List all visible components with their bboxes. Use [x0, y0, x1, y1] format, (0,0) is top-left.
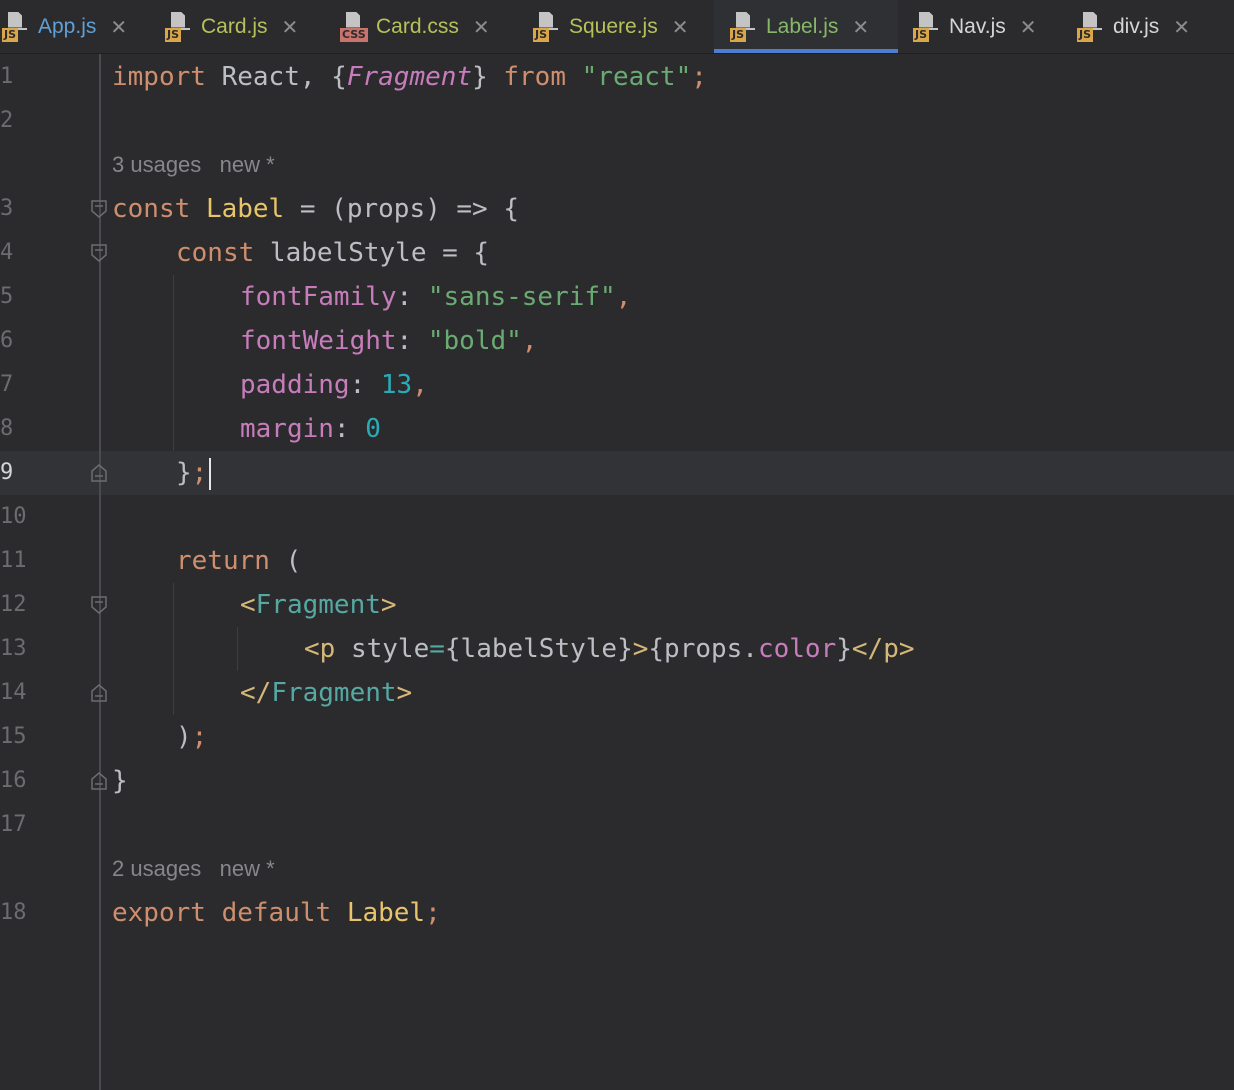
- line-number: 7: [0, 372, 14, 397]
- tab-label: div.js: [1113, 14, 1160, 38]
- close-icon[interactable]: ✕: [672, 15, 689, 39]
- code-text: const labelStyle = {: [176, 238, 490, 268]
- usages-inlay-hint[interactable]: 2 usages new *: [112, 847, 275, 891]
- code-line: 2: [0, 99, 1234, 143]
- js-file-icon: JS: [2, 10, 32, 44]
- code-line: 8 margin: 0: [0, 407, 1234, 451]
- text-caret: [209, 457, 212, 490]
- close-icon[interactable]: ✕: [1173, 15, 1190, 39]
- code-editor[interactable]: 1 import React, {Fragment} from "react";…: [0, 54, 1234, 1090]
- close-icon[interactable]: ✕: [1020, 15, 1037, 39]
- close-icon[interactable]: ✕: [282, 15, 299, 39]
- code-text: margin: 0: [240, 414, 381, 444]
- code-line: 3 const Label = (props) => {: [0, 187, 1234, 231]
- js-file-icon: JS: [730, 10, 760, 44]
- tab-label: Nav.js: [949, 14, 1006, 38]
- line-number: 16: [0, 768, 27, 793]
- code-line: 11 return (: [0, 539, 1234, 583]
- tab-nav-js[interactable]: JS Nav.js ✕: [913, 0, 1063, 53]
- line-number: 15: [0, 724, 27, 749]
- code-text: fontFamily: "sans-serif",: [240, 282, 632, 312]
- code-line: 5 fontFamily: "sans-serif",: [0, 275, 1234, 319]
- fold-open-icon[interactable]: [91, 244, 107, 262]
- tab-label-js[interactable]: JS Label.js ✕: [714, 0, 898, 53]
- code-text: fontWeight: "bold",: [240, 326, 538, 356]
- line-number: 17: [0, 812, 27, 837]
- js-file-icon: JS: [533, 10, 563, 44]
- code-line: 14 </Fragment>: [0, 671, 1234, 715]
- line-number: 18: [0, 900, 27, 925]
- code-line: 15 );: [0, 715, 1234, 759]
- code-line: 10: [0, 495, 1234, 539]
- tab-card-js[interactable]: JS Card.js ✕: [165, 0, 325, 53]
- line-number: 2: [0, 108, 14, 133]
- code-text: </Fragment>: [240, 678, 413, 708]
- js-file-icon: JS: [913, 10, 943, 44]
- usages-inlay-hint[interactable]: 3 usages new *: [112, 143, 275, 187]
- fold-open-icon[interactable]: [91, 200, 107, 218]
- tab-squere-js[interactable]: JS Squere.js ✕: [533, 0, 713, 53]
- close-icon[interactable]: ✕: [110, 15, 127, 39]
- code-line: 7 padding: 13,: [0, 363, 1234, 407]
- line-number: 6: [0, 328, 14, 353]
- tab-label: Card.css: [376, 14, 459, 38]
- line-number: 14: [0, 680, 27, 705]
- code-line: 12 <Fragment>: [0, 583, 1234, 627]
- code-text: }: [112, 766, 128, 796]
- code-text: const Label = (props) => {: [112, 194, 520, 224]
- tab-label: Card.js: [201, 14, 268, 38]
- code-text: return (: [176, 546, 302, 576]
- code-line: 1 import React, {Fragment} from "react";: [0, 55, 1234, 99]
- line-number: 13: [0, 636, 27, 661]
- tab-label: Squere.js: [569, 14, 658, 38]
- code-line: 13 <p style={labelStyle}>{props.color}</…: [0, 627, 1234, 671]
- js-file-icon: JS: [165, 10, 195, 44]
- js-file-icon: JS: [1077, 10, 1107, 44]
- fold-close-icon[interactable]: [91, 684, 107, 702]
- code-text: padding: 13,: [240, 370, 428, 400]
- line-number: 1: [0, 64, 14, 89]
- code-text: };: [176, 451, 212, 495]
- code-text: );: [176, 722, 208, 752]
- close-icon[interactable]: ✕: [852, 15, 869, 39]
- line-number: 12: [0, 592, 27, 617]
- line-number: 3: [0, 196, 14, 221]
- fold-close-icon[interactable]: [91, 772, 107, 790]
- code-line: 16 }: [0, 759, 1234, 803]
- code-line: 4 const labelStyle = {: [0, 231, 1234, 275]
- tab-div-js[interactable]: JS div.js ✕: [1077, 0, 1234, 53]
- code-text: <Fragment>: [240, 590, 397, 620]
- code-line: 17: [0, 803, 1234, 847]
- line-number: 4: [0, 240, 14, 265]
- fold-close-icon[interactable]: [91, 464, 107, 482]
- fold-open-icon[interactable]: [91, 596, 107, 614]
- tab-app-js[interactable]: JS App.js ✕: [0, 0, 150, 53]
- line-number: 9: [0, 460, 14, 485]
- editor-tab-bar: JS App.js ✕ JS Card.js ✕ CSS Card.css ✕ …: [0, 0, 1234, 54]
- line-number: 8: [0, 416, 14, 441]
- code-line-current: 9 };: [0, 451, 1234, 495]
- close-icon[interactable]: ✕: [473, 15, 490, 39]
- code-text: export default Label;: [112, 898, 441, 928]
- line-number: 5: [0, 284, 14, 309]
- css-file-icon: CSS: [340, 10, 370, 44]
- tab-card-css[interactable]: CSS Card.css ✕: [340, 0, 520, 53]
- tab-label: Label.js: [766, 14, 839, 38]
- code-line: 6 fontWeight: "bold",: [0, 319, 1234, 363]
- code-text: import React, {Fragment} from "react";: [112, 62, 707, 92]
- line-number: 10: [0, 504, 27, 529]
- code-text: <p style={labelStyle}>{props.color}</p>: [304, 634, 915, 664]
- tab-label: App.js: [38, 14, 97, 38]
- line-number: 11: [0, 548, 27, 573]
- code-line: 18 export default Label;: [0, 891, 1234, 935]
